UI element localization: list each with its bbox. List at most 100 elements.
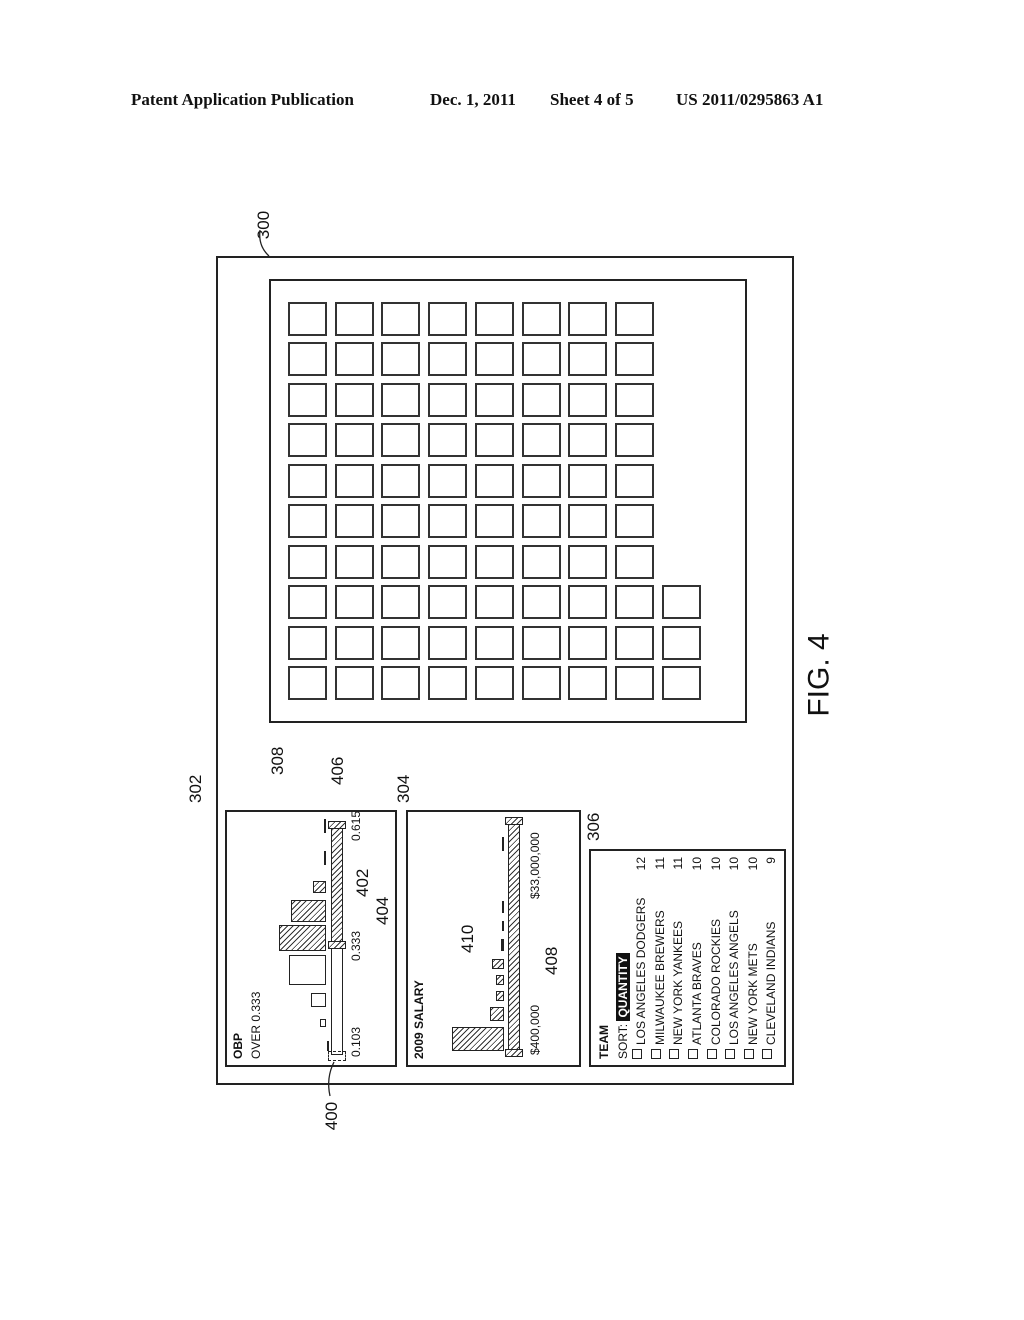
team-list-item[interactable]: COLORADO ROCKIES 10 bbox=[706, 857, 726, 1059]
grid-item[interactable] bbox=[474, 302, 514, 336]
grid-item[interactable] bbox=[474, 666, 514, 701]
grid-item[interactable] bbox=[474, 504, 514, 539]
grid-item[interactable] bbox=[428, 504, 468, 539]
grid-item[interactable] bbox=[521, 666, 561, 701]
grid-item[interactable] bbox=[661, 585, 701, 620]
grid-item[interactable] bbox=[334, 585, 374, 620]
team-list-item[interactable]: ATLANTA BRAVES 10 bbox=[687, 857, 707, 1059]
grid-item[interactable] bbox=[614, 585, 654, 620]
grid-item[interactable] bbox=[428, 423, 468, 458]
obp-range-handle-max[interactable] bbox=[328, 821, 346, 829]
team-checkbox[interactable] bbox=[743, 1049, 754, 1059]
team-list-item[interactable]: NEW YORK METS 10 bbox=[743, 857, 763, 1059]
grid-item[interactable] bbox=[474, 585, 514, 620]
grid-item[interactable] bbox=[474, 383, 514, 417]
team-sort[interactable]: SORT: QUANTITY bbox=[614, 857, 633, 1059]
grid-item[interactable] bbox=[288, 666, 327, 701]
grid-item[interactable] bbox=[381, 423, 421, 458]
grid-item[interactable] bbox=[428, 302, 468, 336]
salary-range-handle-max[interactable] bbox=[505, 817, 523, 825]
salary-range-handle-min[interactable] bbox=[505, 1049, 523, 1057]
grid-item[interactable] bbox=[614, 342, 654, 377]
grid-item[interactable] bbox=[288, 383, 327, 417]
grid-item[interactable] bbox=[381, 666, 421, 701]
grid-item[interactable] bbox=[474, 423, 514, 458]
grid-item[interactable] bbox=[521, 464, 561, 498]
grid-item[interactable] bbox=[568, 545, 608, 579]
team-checkbox[interactable] bbox=[687, 1049, 698, 1059]
grid-item[interactable] bbox=[614, 666, 654, 701]
grid-item[interactable] bbox=[381, 545, 421, 579]
grid-item[interactable] bbox=[334, 666, 374, 701]
grid-item[interactable] bbox=[568, 383, 608, 417]
grid-item[interactable] bbox=[334, 626, 374, 660]
grid-item[interactable] bbox=[334, 545, 374, 579]
salary-filter-panel[interactable]: 2009 SALARY $400,000 $33,000,000 408 410 bbox=[406, 810, 581, 1067]
grid-item[interactable] bbox=[614, 423, 654, 458]
grid-item[interactable] bbox=[334, 423, 374, 458]
obp-slider-track[interactable] bbox=[331, 945, 343, 1055]
grid-item[interactable] bbox=[661, 666, 701, 701]
grid-item[interactable] bbox=[474, 464, 514, 498]
grid-item[interactable] bbox=[288, 302, 327, 336]
team-list-item[interactable]: NEW YORK YANKEES 11 bbox=[669, 857, 688, 1059]
grid-item[interactable] bbox=[568, 666, 608, 701]
team-checkbox[interactable] bbox=[632, 1049, 643, 1059]
grid-item[interactable] bbox=[288, 464, 327, 498]
grid-item[interactable] bbox=[521, 626, 561, 660]
grid-item[interactable] bbox=[614, 504, 654, 539]
grid-item[interactable] bbox=[288, 342, 327, 377]
grid-item[interactable] bbox=[381, 464, 421, 498]
grid-item[interactable] bbox=[521, 342, 561, 377]
grid-item[interactable] bbox=[521, 585, 561, 620]
grid-item[interactable] bbox=[474, 342, 514, 377]
team-filter-panel[interactable]: TEAM SORT: QUANTITY LOS ANGELES DODGERS 1… bbox=[589, 849, 786, 1067]
team-list-item[interactable]: LOS ANGELES DODGERS 12 bbox=[632, 857, 651, 1059]
grid-item[interactable] bbox=[334, 504, 374, 539]
grid-item[interactable] bbox=[288, 626, 327, 660]
team-checkbox[interactable] bbox=[669, 1049, 680, 1059]
grid-item[interactable] bbox=[428, 626, 468, 660]
grid-item[interactable] bbox=[614, 302, 654, 336]
grid-item[interactable] bbox=[614, 545, 654, 579]
team-checkbox[interactable] bbox=[725, 1049, 736, 1059]
grid-item[interactable] bbox=[474, 626, 514, 660]
grid-item[interactable] bbox=[381, 626, 421, 660]
grid-item[interactable] bbox=[428, 383, 468, 417]
grid-item[interactable] bbox=[568, 504, 608, 539]
grid-item[interactable] bbox=[381, 342, 421, 377]
grid-item[interactable] bbox=[521, 504, 561, 539]
grid-item[interactable] bbox=[288, 423, 327, 458]
grid-item[interactable] bbox=[614, 464, 654, 498]
grid-item[interactable] bbox=[381, 383, 421, 417]
grid-item[interactable] bbox=[568, 464, 608, 498]
grid-item[interactable] bbox=[614, 383, 654, 417]
grid-item[interactable] bbox=[288, 504, 327, 539]
grid-item[interactable] bbox=[334, 342, 374, 377]
grid-item[interactable] bbox=[568, 342, 608, 377]
grid-item[interactable] bbox=[288, 545, 327, 579]
grid-item[interactable] bbox=[568, 626, 608, 660]
grid-item[interactable] bbox=[521, 302, 561, 336]
grid-item[interactable] bbox=[521, 423, 561, 458]
grid-item[interactable] bbox=[521, 545, 561, 579]
team-list-item[interactable]: CLEVELAND INDIANS 9 bbox=[762, 857, 781, 1059]
grid-item[interactable] bbox=[428, 342, 468, 377]
obp-range-handle-min[interactable] bbox=[328, 941, 346, 949]
team-checkbox[interactable] bbox=[706, 1049, 717, 1059]
grid-item[interactable] bbox=[428, 464, 468, 498]
obp-range-bar-402[interactable] bbox=[331, 825, 343, 945]
grid-item[interactable] bbox=[568, 423, 608, 458]
team-checkbox[interactable] bbox=[650, 1049, 661, 1059]
grid-item[interactable] bbox=[334, 464, 374, 498]
grid-item[interactable] bbox=[568, 585, 608, 620]
team-list-item[interactable]: MILWAUKEE BREWERS 11 bbox=[650, 857, 670, 1059]
grid-item[interactable] bbox=[614, 626, 654, 660]
grid-item[interactable] bbox=[428, 666, 468, 701]
grid-item[interactable] bbox=[568, 302, 608, 336]
salary-range-bar-408[interactable] bbox=[508, 821, 520, 1053]
grid-item[interactable] bbox=[428, 585, 468, 620]
grid-item[interactable] bbox=[288, 585, 327, 620]
grid-item[interactable] bbox=[381, 302, 421, 336]
grid-item[interactable] bbox=[474, 545, 514, 579]
